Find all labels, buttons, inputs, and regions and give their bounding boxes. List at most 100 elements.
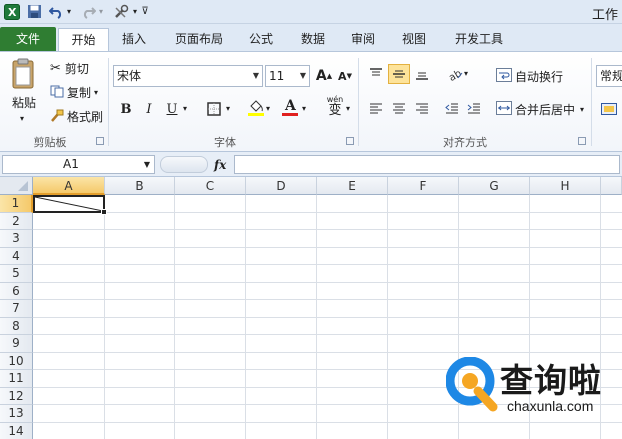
phonetic-guide-button[interactable]: wén 变 xyxy=(322,95,348,119)
tab-formulas[interactable]: 公式 xyxy=(240,28,282,51)
align-left-icon[interactable] xyxy=(365,99,387,119)
italic-button[interactable]: I xyxy=(138,99,160,119)
copy-dropdown-icon: ▾ xyxy=(94,88,99,97)
row-header-6[interactable]: 6 xyxy=(0,282,33,300)
redo-icon[interactable] xyxy=(80,3,96,20)
tab-review[interactable]: 审阅 xyxy=(342,28,384,51)
wrap-text-button[interactable]: 自动换行 xyxy=(496,68,563,85)
undo-dropdown-icon[interactable]: ▾ xyxy=(65,3,73,20)
clipboard-launcher-icon[interactable] xyxy=(96,137,104,145)
fill-color-swatch xyxy=(248,113,264,116)
selected-cell-a1[interactable] xyxy=(33,195,105,213)
font-size-value: 11 xyxy=(269,69,285,83)
decrease-indent-icon[interactable] xyxy=(441,99,463,119)
orientation-icon[interactable]: ab xyxy=(444,64,466,84)
column-header-g[interactable]: G xyxy=(459,177,530,195)
gridline xyxy=(33,316,622,318)
chevron-down-icon: ▼ xyxy=(143,160,150,169)
formula-controls xyxy=(160,156,208,173)
row-header-8[interactable]: 8 xyxy=(0,317,33,335)
row-header-11[interactable]: 11 xyxy=(0,370,33,388)
grow-font-icon[interactable]: A ▲ xyxy=(313,66,335,86)
tools-dropdown-icon[interactable]: ▾ xyxy=(131,3,139,20)
align-center-icon[interactable] xyxy=(388,99,410,119)
tab-page-layout[interactable]: 页面布局 xyxy=(166,28,232,51)
paste-icon[interactable] xyxy=(10,58,38,90)
watermark-url: chaxunla.com xyxy=(507,398,594,414)
column-header-b[interactable]: B xyxy=(105,177,175,195)
paste-dropdown-icon[interactable]: ▾ xyxy=(20,114,24,123)
font-color-button[interactable]: A xyxy=(279,97,301,117)
column-header-f[interactable]: F xyxy=(388,177,459,195)
insert-function-icon[interactable]: fx xyxy=(214,158,226,172)
save-icon[interactable] xyxy=(26,3,43,20)
align-middle-icon[interactable] xyxy=(388,64,410,84)
format-painter-button[interactable]: 格式刷 xyxy=(50,108,103,125)
tools-icon[interactable] xyxy=(112,3,130,20)
undo-icon[interactable] xyxy=(48,3,64,20)
underline-dropdown-icon[interactable]: ▾ xyxy=(183,104,187,113)
customize-toolbar-icon[interactable]: ⊽ xyxy=(140,3,150,20)
increase-indent-icon[interactable] xyxy=(463,99,485,119)
column-header-c[interactable]: C xyxy=(175,177,246,195)
row-header-3[interactable]: 3 xyxy=(0,230,33,248)
font-launcher-icon[interactable] xyxy=(346,137,354,145)
group-separator xyxy=(591,58,592,146)
group-separator xyxy=(358,58,359,146)
column-header-h[interactable]: H xyxy=(530,177,601,195)
tab-home[interactable]: 开始 xyxy=(58,28,109,51)
column-header-partial[interactable] xyxy=(601,177,622,195)
tab-developer[interactable]: 开发工具 xyxy=(446,28,512,51)
merge-center-button[interactable]: 合并后居中 ▾ xyxy=(496,101,584,118)
row-header-4[interactable]: 4 xyxy=(0,247,33,265)
align-right-icon[interactable] xyxy=(411,99,433,119)
fill-color-icon[interactable] xyxy=(245,97,267,117)
borders-icon[interactable] xyxy=(203,99,225,119)
row-header-2[interactable]: 2 xyxy=(0,212,33,230)
tab-file[interactable]: 文件 xyxy=(0,27,56,51)
number-format-combo[interactable]: 常规 xyxy=(596,65,622,87)
row-header-14[interactable]: 14 xyxy=(0,422,33,439)
clipboard-group-label: 剪贴板 xyxy=(33,136,67,149)
cut-button[interactable]: ✂ 剪切 xyxy=(50,60,89,77)
redo-dropdown-icon[interactable]: ▾ xyxy=(97,3,105,20)
bold-button[interactable]: B xyxy=(115,99,137,119)
row-header-1[interactable]: 1 xyxy=(0,195,33,213)
align-top-icon[interactable] xyxy=(365,64,387,84)
column-header-e[interactable]: E xyxy=(317,177,388,195)
paintbrush-icon xyxy=(50,109,64,125)
align-bottom-icon[interactable] xyxy=(411,64,433,84)
row-header-7[interactable]: 7 xyxy=(0,300,33,318)
row-header-13[interactable]: 13 xyxy=(0,405,33,423)
orientation-dropdown-icon[interactable]: ▾ xyxy=(464,69,468,78)
phonetic-dropdown-icon[interactable]: ▾ xyxy=(346,104,350,113)
borders-dropdown-icon[interactable]: ▾ xyxy=(226,104,230,113)
row-header-5[interactable]: 5 xyxy=(0,265,33,283)
font-size-combo[interactable]: 11 ▼ xyxy=(265,65,310,87)
fill-color-dropdown-icon[interactable]: ▾ xyxy=(266,104,270,113)
tab-insert[interactable]: 插入 xyxy=(113,28,155,51)
row-header-10[interactable]: 10 xyxy=(0,352,33,370)
tab-data[interactable]: 数据 xyxy=(292,28,334,51)
row-header-9[interactable]: 9 xyxy=(0,335,33,353)
watermark-title: 查询啦 xyxy=(500,361,602,400)
scissors-icon: ✂ xyxy=(50,61,61,76)
column-header-a[interactable]: A xyxy=(33,177,105,195)
select-all-corner[interactable] xyxy=(0,177,33,195)
font-name-combo[interactable]: 宋体 ▼ xyxy=(113,65,263,87)
name-box[interactable]: A1 ▼ xyxy=(2,155,155,174)
font-color-dropdown-icon[interactable]: ▾ xyxy=(302,104,306,113)
shrink-font-icon[interactable]: A ▼ xyxy=(334,66,356,86)
copy-button[interactable]: 复制 ▾ xyxy=(50,84,98,101)
tab-view[interactable]: 视图 xyxy=(393,28,435,51)
gridline xyxy=(33,264,622,265)
formula-input[interactable] xyxy=(234,155,620,174)
alignment-launcher-icon[interactable] xyxy=(578,137,586,145)
row-header-12[interactable]: 12 xyxy=(0,387,33,405)
column-header-d[interactable]: D xyxy=(246,177,317,195)
accounting-format-icon[interactable] xyxy=(598,99,620,119)
paste-button[interactable]: 粘贴 xyxy=(12,94,36,111)
fill-handle[interactable] xyxy=(101,209,107,215)
copy-icon xyxy=(50,85,64,101)
underline-button[interactable]: U xyxy=(161,99,183,119)
